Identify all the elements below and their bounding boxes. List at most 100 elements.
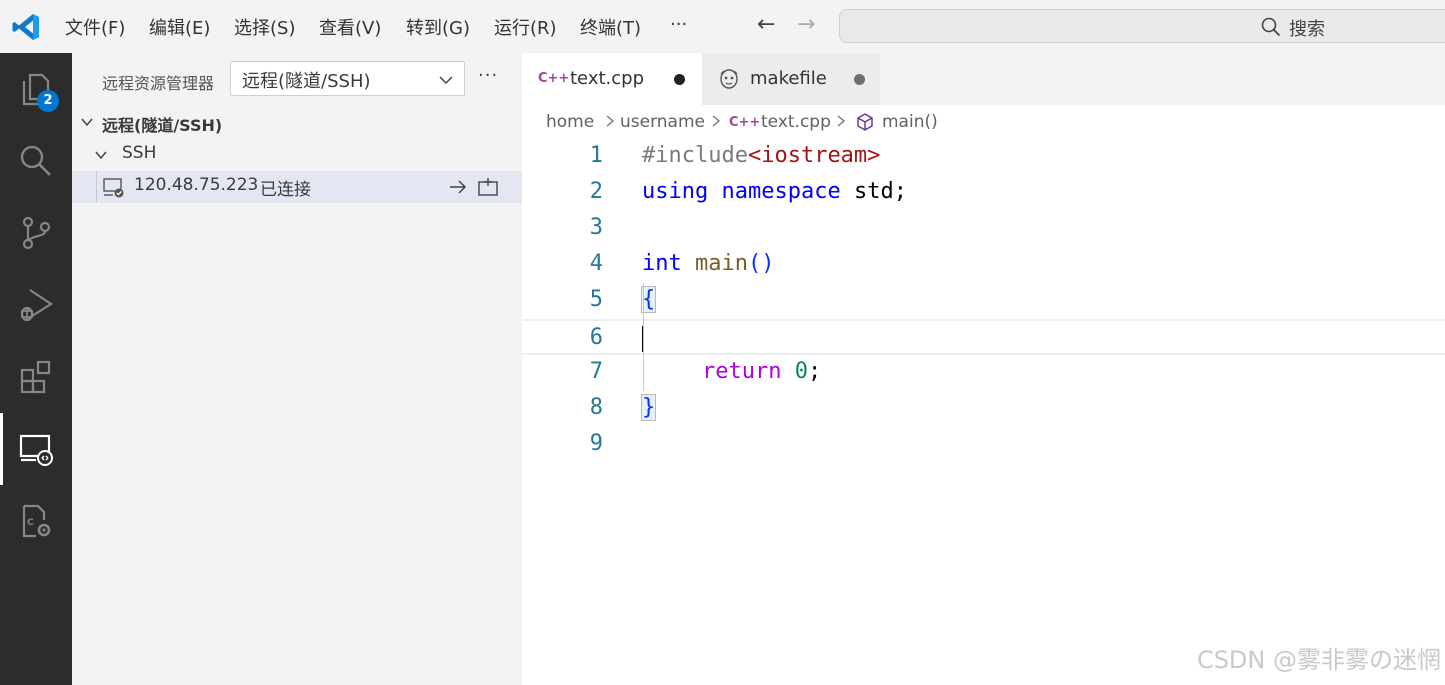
code-line: 5 { [522,283,1445,319]
host-status: 已连接 [260,180,311,200]
tree-section-remote[interactable]: 远程(隧道/SSH) [72,106,522,138]
line-number: 8 [589,395,603,420]
menu-selection[interactable]: 选择(S) [234,14,295,40]
activity-cpp-settings[interactable]: C [0,485,72,557]
remote-type-select[interactable]: 远程(隧道/SSH) [230,61,465,96]
svg-text:C: C [27,518,34,528]
token-brace-close: } [640,394,657,421]
line-number: 5 [589,287,603,312]
activity-bar: 2 C [0,53,72,685]
connect-in-new-window-icon[interactable] [476,177,500,197]
line-source: } [640,394,657,421]
line-source: #include<iostream> [642,143,880,168]
search-icon [20,145,51,176]
tab-label: makefile [750,68,827,89]
token-type: int [642,251,682,276]
line-number: 3 [589,215,603,240]
code-line: 1 #include<iostream> [522,139,1445,175]
chevron-right-icon [712,115,721,127]
menu-view[interactable]: 查看(V) [319,14,381,40]
breadcrumb-file[interactable]: text.cpp [761,112,831,132]
explorer-badge: 2 [37,90,59,112]
chevron-down-icon [439,76,453,85]
title-bar: 文件(F) 编辑(E) 选择(S) 查看(V) 转到(G) 运行(R) 终端(T… [0,0,1445,53]
chevron-down-icon [95,151,107,160]
token-function: main [695,251,748,276]
line-number: 2 [589,179,603,204]
watermark: CSDN @雾非雾の迷惘 [1196,646,1441,674]
remote-explorer-sidebar: 远程资源管理器 远程(隧道/SSH) ··· 远程(隧道/SSH) SSH 12… [72,53,522,685]
activity-source-control[interactable] [0,197,72,269]
breadcrumb-username[interactable]: username [620,112,705,132]
command-search-box[interactable]: 搜索 [839,9,1445,43]
back-arrow-icon[interactable]: ← [757,12,775,37]
extensions-icon [20,360,51,394]
breadcrumb-home[interactable]: home [546,112,594,132]
unsaved-dot-icon[interactable] [674,74,685,85]
menu-file[interactable]: 文件(F) [65,14,125,40]
cpp-settings-icon: C [22,504,51,538]
line-number: 1 [589,143,603,168]
breadcrumb-symbol[interactable]: main() [882,112,938,132]
token-parens: () [747,251,775,276]
chevron-down-icon [81,118,93,127]
activity-explorer[interactable]: 2 [0,53,72,125]
menu-edit[interactable]: 编辑(E) [149,14,210,40]
token-control: return [702,359,782,384]
connect-in-current-window-icon[interactable] [448,178,468,196]
cpp-file-icon: C++ [729,115,761,130]
tree-group-ssh[interactable]: SSH [72,139,522,171]
tab-text-cpp[interactable]: C++ text.cpp [522,53,702,105]
search-icon [1261,17,1281,37]
line-source: return 0; [702,359,821,384]
tree-group-label: SSH [122,143,157,163]
line-source: int main() [642,251,774,276]
sidebar-title: 远程资源管理器 [102,74,215,93]
chevron-right-icon [606,115,615,127]
sidebar-more-actions[interactable]: ··· [478,65,498,86]
makefile-icon [720,69,738,89]
forward-arrow-icon[interactable]: → [797,12,815,37]
code-line-current: 6 [522,319,1445,355]
code-line: 2 using namespace std; [522,175,1445,211]
line-number: 9 [589,431,603,456]
token-number: 0 [794,359,808,384]
menu-terminal[interactable]: 终端(T) [580,14,641,40]
token-keyword: using [642,179,709,204]
unsaved-dot-icon[interactable] [854,74,865,85]
code-line: 3 [522,211,1445,247]
activity-search[interactable] [0,125,72,197]
method-cube-icon [857,113,873,131]
run-debug-icon [20,289,54,322]
line-source: using namespace std; [642,179,907,204]
remote-connected-icon [103,178,124,198]
token-directive: #include [642,143,748,168]
source-control-icon [22,216,51,250]
tree-section-label: 远程(隧道/SSH) [102,116,223,135]
code-line: 7 return 0; [522,355,1445,391]
tree-item-host[interactable]: 120.48.75.223 已连接 [72,171,522,203]
chevron-right-icon [837,115,846,127]
code-editor[interactable]: 1 #include<iostream> 2 using namespace s… [522,139,1445,685]
activity-remote-explorer[interactable] [0,413,72,485]
breadcrumb: home username C++ text.cpp main() [522,105,1445,139]
menu-more[interactable]: ··· [670,14,687,35]
remote-type-value: 远程(隧道/SSH) [242,71,371,92]
indent-guide [643,283,644,391]
token-header: <iostream> [747,143,881,168]
tab-makefile[interactable]: makefile [702,53,880,105]
code-line: 4 int main() [522,247,1445,283]
activity-extensions[interactable] [0,341,72,413]
activity-run-debug[interactable] [0,269,72,341]
menu-go[interactable]: 转到(G) [406,14,470,40]
token-semicolon: ; [807,359,822,384]
vscode-logo-icon[interactable] [10,11,42,43]
menu-run[interactable]: 运行(R) [494,14,557,40]
code-line: 8 } [522,391,1445,427]
line-number: 7 [589,359,603,384]
search-label: 搜索 [1289,19,1325,40]
editor-tabs: C++ text.cpp makefile [522,53,1445,105]
tab-label: text.cpp [570,68,644,89]
remote-explorer-icon [19,434,53,466]
host-address: 120.48.75.223 [134,175,259,195]
